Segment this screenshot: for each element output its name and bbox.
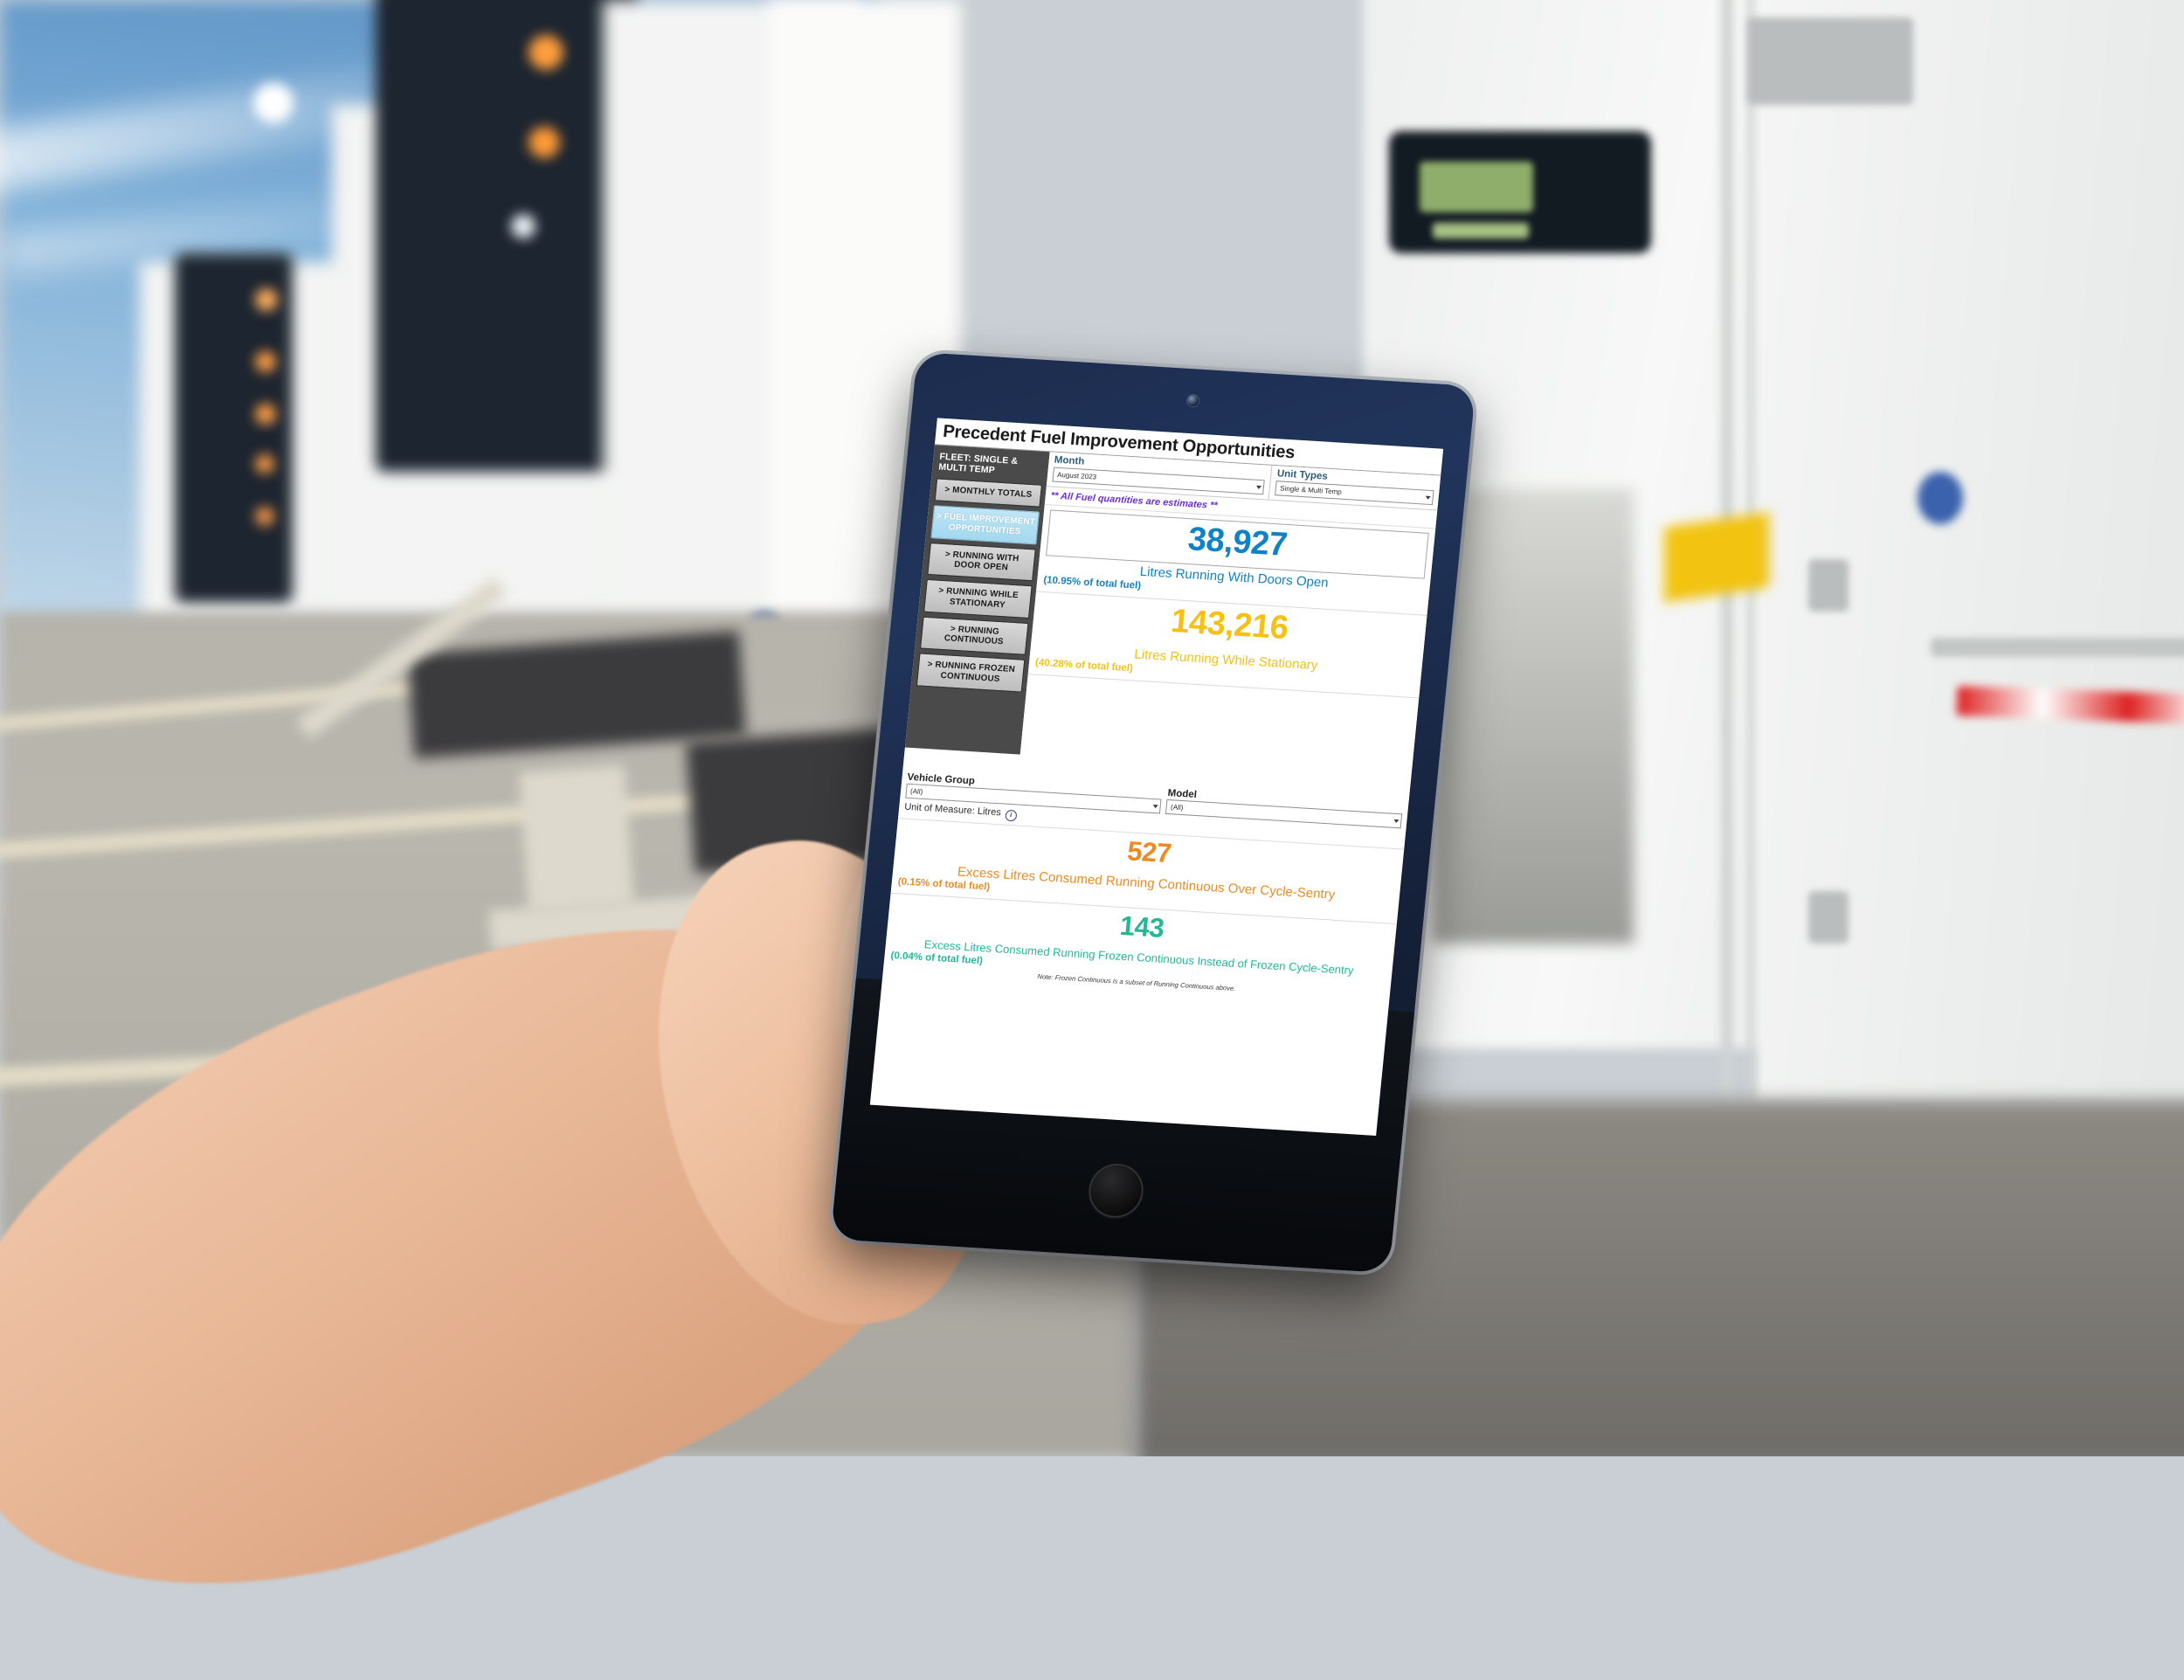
chevron-down-icon[interactable]	[1425, 495, 1431, 500]
sidebar-item-running-while-stationary[interactable]: > RUNNING WHILE STATIONARY	[923, 578, 1033, 619]
flare-mid-2	[511, 214, 536, 239]
chevron-down-icon[interactable]	[1256, 485, 1262, 489]
dashboard-body: FLEET: SINGLE & MULTI TEMP > MONTHLY TOT…	[904, 445, 1441, 778]
chevron-down-icon[interactable]	[1153, 804, 1159, 808]
curb-3	[519, 765, 634, 912]
reefer-light-far-3	[255, 404, 276, 425]
trailer-hinge-top	[1747, 17, 1913, 105]
sidebar-item-running-with-door-open[interactable]: > RUNNING WITH DOOR OPEN	[927, 542, 1036, 582]
trailer-hinge-low	[1808, 891, 1849, 944]
reefer-light-mid	[529, 35, 563, 70]
model-value: (All)	[1170, 803, 1184, 812]
flare-mid	[253, 83, 294, 123]
dashboard-screen: Precedent Fuel Improvement Opportunities…	[869, 418, 1444, 1137]
chevron-down-icon[interactable]	[1393, 819, 1400, 823]
trailer-gap-shadow	[1433, 489, 1634, 944]
fleet-header: FLEET: SINGLE & MULTI TEMP	[937, 451, 1019, 476]
sidebar-item-running-frozen-continuous[interactable]: > RUNNING FROZEN CONTINUOUS	[916, 653, 1026, 693]
unit-types-value: Single & Multi Temp	[1279, 484, 1343, 496]
sidebar-item-fuel-improvement-opportunities[interactable]: > FUEL IMPROVEMENT OPPORTUNITIES	[930, 505, 1040, 545]
dashboard-content: Month August 2023 Unit Types Single & Mu…	[1019, 452, 1441, 778]
reefer-light-far-4	[255, 454, 274, 474]
trailer-right-decal	[1918, 472, 1963, 524]
thermo-king-display	[1420, 162, 1533, 212]
trailer-hinge-mid	[1808, 559, 1849, 612]
reefer-light-far-2	[255, 351, 276, 372]
reefer-light-far	[255, 288, 278, 311]
reefer-light-mid-2	[529, 127, 560, 158]
vehicle-group-value: (All)	[909, 787, 923, 796]
reefer-light-far-5	[255, 507, 274, 526]
info-icon[interactable]: i	[1004, 809, 1018, 822]
sidebar-item-monthly-totals[interactable]: > MONTHLY TOTALS	[934, 478, 1042, 508]
tablet-device: Precedent Fuel Improvement Opportunities…	[830, 351, 1476, 1274]
thermo-king-buttons	[1433, 223, 1529, 239]
yellow-marker	[1664, 512, 1769, 603]
trailer-rail	[1931, 638, 2184, 657]
reefer-unit-mid	[376, 0, 638, 472]
sidebar-item-running-continuous[interactable]: > RUNNING CONTINUOUS	[920, 616, 1029, 655]
month-value: August 2023	[1056, 470, 1097, 481]
